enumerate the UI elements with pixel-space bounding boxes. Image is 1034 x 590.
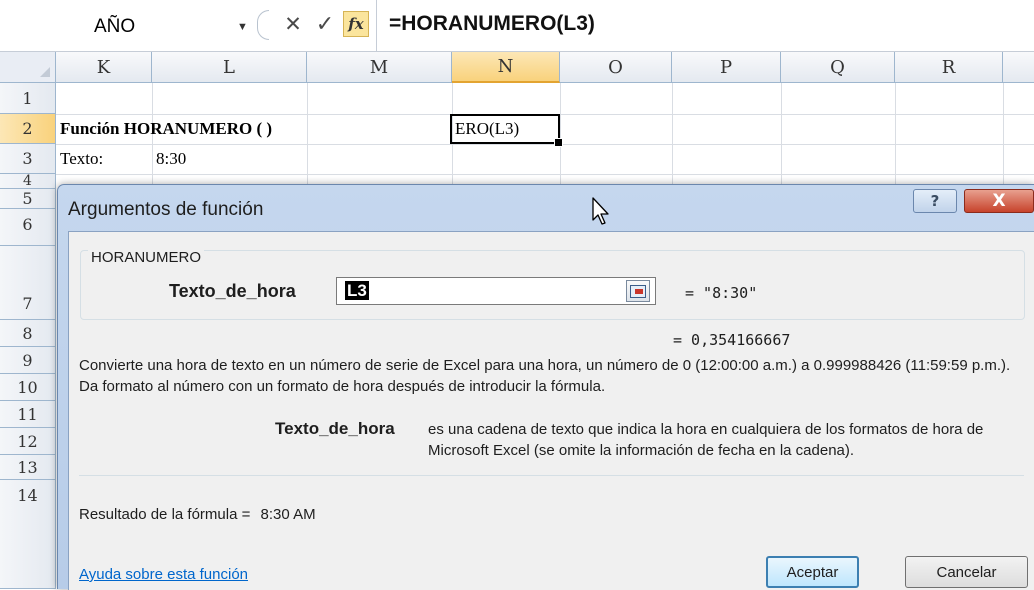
formula-bar: AÑO ▼ ✕ ✓ fx =HORANUMERO(L3) xyxy=(0,0,1034,52)
cell-l3[interactable]: 8:30 xyxy=(156,149,186,169)
formula-result-value: 8:30 AM xyxy=(260,506,316,523)
column-header-o[interactable]: O xyxy=(560,52,672,83)
column-header-n[interactable]: N xyxy=(452,52,560,83)
argument-description: es una cadena de texto que indica la hor… xyxy=(428,421,984,459)
column-header-next[interactable] xyxy=(1003,52,1034,83)
row-header-13[interactable]: 13 xyxy=(0,455,56,480)
dialog-body: HORANUMERO Texto_de_hora L3 = "8:30" = 0… xyxy=(68,231,1034,590)
row-header-6[interactable]: 6 xyxy=(0,209,56,246)
column-header-r[interactable]: R xyxy=(895,52,1003,83)
formula-result: Resultado de la fórmula = 8:30 AM xyxy=(79,506,316,523)
collapse-dialog-icon[interactable] xyxy=(626,280,650,302)
column-header-p[interactable]: P xyxy=(672,52,781,83)
row-header-11[interactable]: 11 xyxy=(0,401,56,428)
enter-icon[interactable]: ✓ xyxy=(314,11,336,37)
formula-result-label: Resultado de la fórmula = xyxy=(79,506,251,523)
name-box-dropdown-icon[interactable]: ▼ xyxy=(237,21,248,33)
function-group: HORANUMERO Texto_de_hora L3 = "8:30" xyxy=(80,249,1025,320)
function-description: Convierte una hora de texto en un número… xyxy=(79,357,1011,395)
argument-input[interactable]: L3 xyxy=(336,277,656,305)
function-result-value: = 0,354166667 xyxy=(673,331,791,349)
row-header-10[interactable]: 10 xyxy=(0,374,56,401)
ok-button[interactable]: Aceptar xyxy=(766,556,859,588)
cell-k2[interactable]: Función HORANUMERO ( ) xyxy=(60,119,272,139)
function-arguments-dialog: Argumentos de función ? X HORANUMERO Tex… xyxy=(57,184,1034,590)
argument-input-value[interactable]: L3 xyxy=(345,281,369,300)
formula-text[interactable]: =HORANUMERO(L3) xyxy=(389,12,595,36)
row-header-12[interactable]: 12 xyxy=(0,428,56,455)
name-box-value[interactable]: AÑO xyxy=(94,16,135,38)
function-name-label: HORANUMERO xyxy=(88,249,205,266)
row-header-9[interactable]: 9 xyxy=(0,347,56,374)
argument-label: Texto_de_hora xyxy=(169,281,296,301)
row-header-7[interactable]: 7 xyxy=(0,246,56,320)
name-box[interactable]: AÑO ▼ xyxy=(0,8,250,44)
collapse-dialog-icon-glyph xyxy=(630,284,646,298)
divider xyxy=(79,475,1024,476)
formula-bar-splitter[interactable] xyxy=(257,10,269,40)
argument-description-name: Texto_de_hora xyxy=(275,419,395,438)
mouse-cursor-icon xyxy=(592,197,609,225)
gridline xyxy=(56,174,1034,175)
select-all-corner[interactable] xyxy=(0,52,56,83)
help-button[interactable]: ? xyxy=(913,189,957,213)
insert-function-icon[interactable]: fx xyxy=(343,11,369,37)
column-header-l[interactable]: L xyxy=(152,52,307,83)
cancel-button[interactable]: Cancelar xyxy=(905,556,1028,588)
argument-evaluated-value: = "8:30" xyxy=(685,284,758,302)
row-header-14[interactable]: 14 xyxy=(0,480,56,589)
formula-input[interactable]: =HORANUMERO(L3) xyxy=(376,0,1034,52)
cell-k3[interactable]: Texto: xyxy=(60,149,103,169)
close-button[interactable]: X xyxy=(964,189,1034,213)
gridline xyxy=(56,144,1034,145)
row-header-5[interactable]: 5 xyxy=(0,189,56,209)
cancel-icon[interactable]: ✕ xyxy=(282,11,304,37)
row-header-8[interactable]: 8 xyxy=(0,320,56,347)
column-header-k[interactable]: K xyxy=(56,52,152,83)
row-header-3[interactable]: 3 xyxy=(0,144,56,174)
column-header-m[interactable]: M xyxy=(307,52,452,83)
dialog-title[interactable]: Argumentos de función xyxy=(68,199,263,221)
row-header-4[interactable]: 4 xyxy=(0,173,56,189)
row-header-2[interactable]: 2 xyxy=(0,114,56,144)
column-header-q[interactable]: Q xyxy=(781,52,895,83)
active-cell-border[interactable] xyxy=(450,114,563,147)
row-header-1[interactable]: 1 xyxy=(0,83,56,114)
help-on-function-link[interactable]: Ayuda sobre esta función xyxy=(79,566,248,583)
